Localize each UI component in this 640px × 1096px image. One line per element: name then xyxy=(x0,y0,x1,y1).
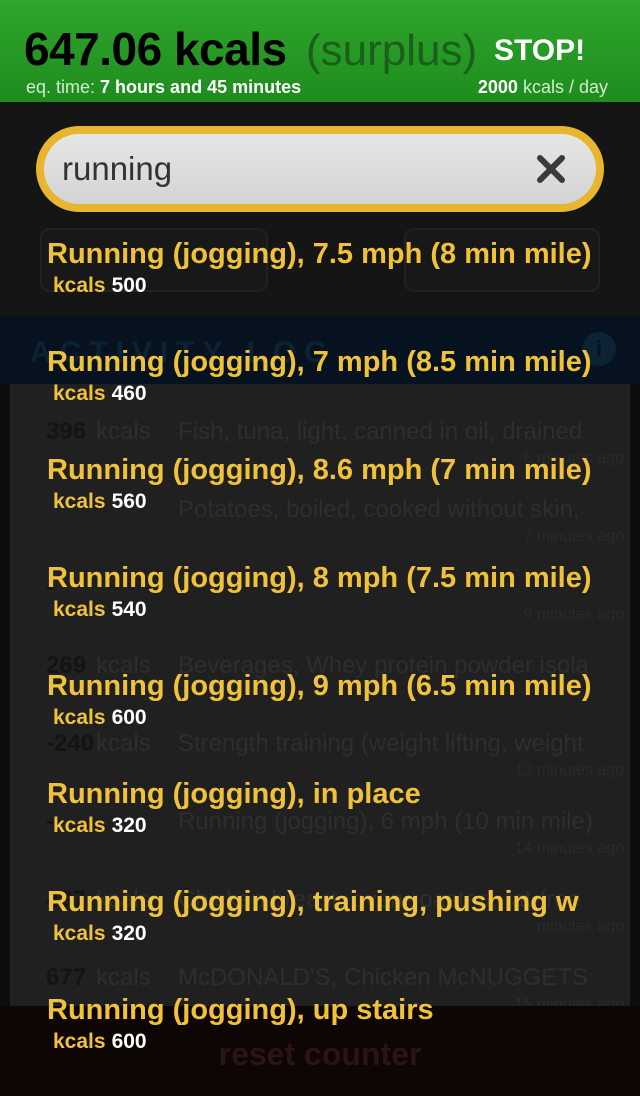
result-name: Running (jogging), in place xyxy=(47,778,421,810)
kcal-status: (surplus) xyxy=(306,26,478,75)
result-kcals: kcals 320 xyxy=(53,814,147,838)
result-kcals: kcals 600 xyxy=(53,706,147,730)
result-name: Running (jogging), up stairs xyxy=(47,994,434,1026)
result-kcals: kcals 540 xyxy=(53,598,147,622)
search-field xyxy=(36,126,604,212)
stop-button[interactable]: STOP! xyxy=(494,34,585,68)
result-kcal-label: kcals xyxy=(53,814,106,837)
daily-target: 2000 kcals / day xyxy=(478,77,608,98)
result-kcal-label: kcals xyxy=(53,706,106,729)
search-box xyxy=(44,134,596,204)
result-kcals: kcals 600 xyxy=(53,1030,147,1054)
calorie-header: 647.06 kcals (surplus) STOP! eq. time: 7… xyxy=(0,0,640,102)
result-name: Running (jogging), 8 mph (7.5 min mile) xyxy=(47,562,592,594)
result-name: Running (jogging), 7.5 mph (8 min mile) xyxy=(47,238,592,270)
result-kcal-label: kcals xyxy=(53,382,106,405)
result-name: Running (jogging), 7 mph (8.5 min mile) xyxy=(47,346,592,378)
result-kcal-value: 540 xyxy=(111,598,147,621)
result-kcal-label: kcals xyxy=(53,922,106,945)
result-kcal-label: kcals xyxy=(53,1030,106,1053)
search-input[interactable] xyxy=(62,144,502,194)
result-kcal-value: 500 xyxy=(111,274,147,297)
result-kcals: kcals 560 xyxy=(53,490,147,514)
search-result-item[interactable]: Running (jogging), in place kcals 320 xyxy=(0,778,640,886)
eq-time-value: 7 hours and 45 minutes xyxy=(100,77,302,97)
search-result-item[interactable]: Running (jogging), 9 mph (6.5 min mile) … xyxy=(0,670,640,778)
result-kcals: kcals 500 xyxy=(53,274,147,298)
result-kcal-label: kcals xyxy=(53,598,106,621)
result-kcals: kcals 460 xyxy=(53,382,147,406)
kcal-total: 647.06 kcals xyxy=(24,23,287,75)
eq-time-label: eq. time: xyxy=(26,77,96,97)
result-name: Running (jogging), training, pushing w xyxy=(47,886,579,918)
result-name: Running (jogging), 8.6 mph (7 min mile) xyxy=(47,454,592,486)
close-icon[interactable] xyxy=(534,152,568,186)
result-kcal-value: 320 xyxy=(111,814,147,837)
search-result-item[interactable]: Running (jogging), 8 mph (7.5 min mile) … xyxy=(0,562,640,670)
result-kcal-value: 600 xyxy=(111,1030,147,1053)
result-name: Running (jogging), 9 mph (6.5 min mile) xyxy=(47,670,592,702)
daily-target-unit: kcals / day xyxy=(522,77,608,97)
search-result-item[interactable]: Running (jogging), 7 mph (8.5 min mile) … xyxy=(0,346,640,454)
search-result-item[interactable]: Running (jogging), 7.5 mph (8 min mile) … xyxy=(0,238,640,346)
result-kcal-value: 600 xyxy=(111,706,147,729)
search-result-item[interactable]: Running (jogging), up stairs kcals 600 xyxy=(0,994,640,1096)
result-kcal-value: 460 xyxy=(111,382,147,405)
result-kcal-value: 560 xyxy=(111,490,147,513)
search-result-item[interactable]: Running (jogging), 8.6 mph (7 min mile) … xyxy=(0,454,640,562)
result-kcals: kcals 320 xyxy=(53,922,147,946)
search-result-item[interactable]: Running (jogging), training, pushing w k… xyxy=(0,886,640,994)
daily-target-value: 2000 xyxy=(477,77,518,97)
equivalent-time: eq. time: 7 hours and 45 minutes xyxy=(26,77,301,98)
result-kcal-label: kcals xyxy=(53,490,106,513)
result-kcal-value: 320 xyxy=(111,922,147,945)
result-kcal-label: kcals xyxy=(53,274,106,297)
